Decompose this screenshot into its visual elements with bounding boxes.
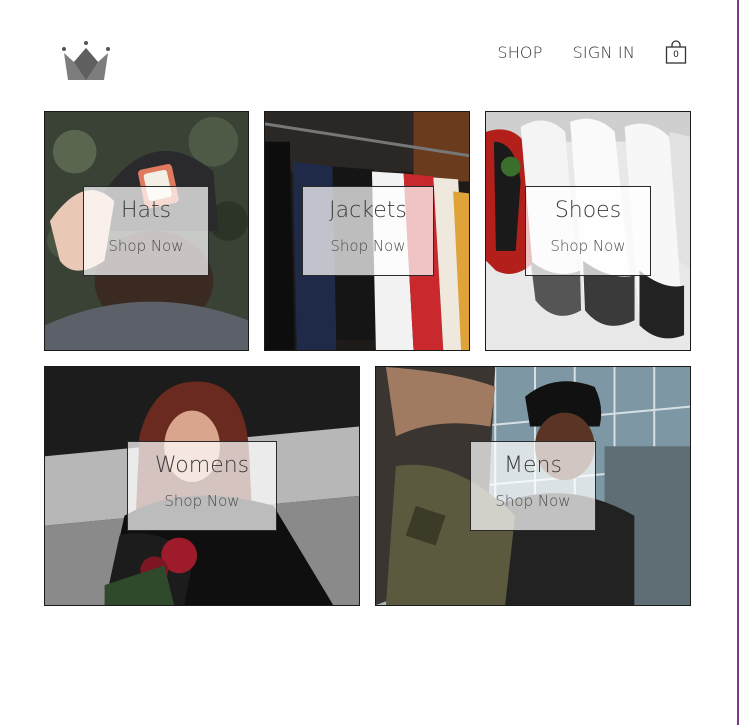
shop-now-link[interactable]: Shop Now [108,237,183,255]
category-overlay: Mens Shop Now [470,441,596,531]
category-title: Hats [120,197,172,223]
category-overlay: Shoes Shop Now [525,186,651,276]
cart-button[interactable]: 0 [665,40,687,64]
category-overlay: Jackets Shop Now [302,186,434,276]
category-tile-jackets[interactable]: Jackets Shop Now [264,111,470,351]
category-tile-womens[interactable]: Womens Shop Now [44,366,360,606]
nav-bar: SHOP SIGN IN 0 [497,40,687,64]
category-title: Jackets [329,197,407,223]
category-tile-mens[interactable]: Mens Shop Now [375,366,691,606]
shop-now-link[interactable]: Shop Now [495,492,570,510]
category-title: Womens [154,452,250,478]
category-title: Mens [504,452,562,478]
shop-now-link[interactable]: Shop Now [164,492,239,510]
category-overlay: Hats Shop Now [83,186,209,276]
shop-now-link[interactable]: Shop Now [550,237,625,255]
category-tile-hats[interactable]: Hats Shop Now [44,111,249,351]
header: SHOP SIGN IN 0 [0,0,737,100]
shop-now-link[interactable]: Shop Now [330,237,405,255]
nav-sign-in-link[interactable]: SIGN IN [573,43,635,62]
crown-logo[interactable] [60,40,112,82]
nav-shop-link[interactable]: SHOP [497,43,542,62]
cart-count: 0 [673,50,679,60]
category-title: Shoes [554,197,622,223]
category-tile-shoes[interactable]: Shoes Shop Now [485,111,691,351]
category-overlay: Womens Shop Now [127,441,277,531]
